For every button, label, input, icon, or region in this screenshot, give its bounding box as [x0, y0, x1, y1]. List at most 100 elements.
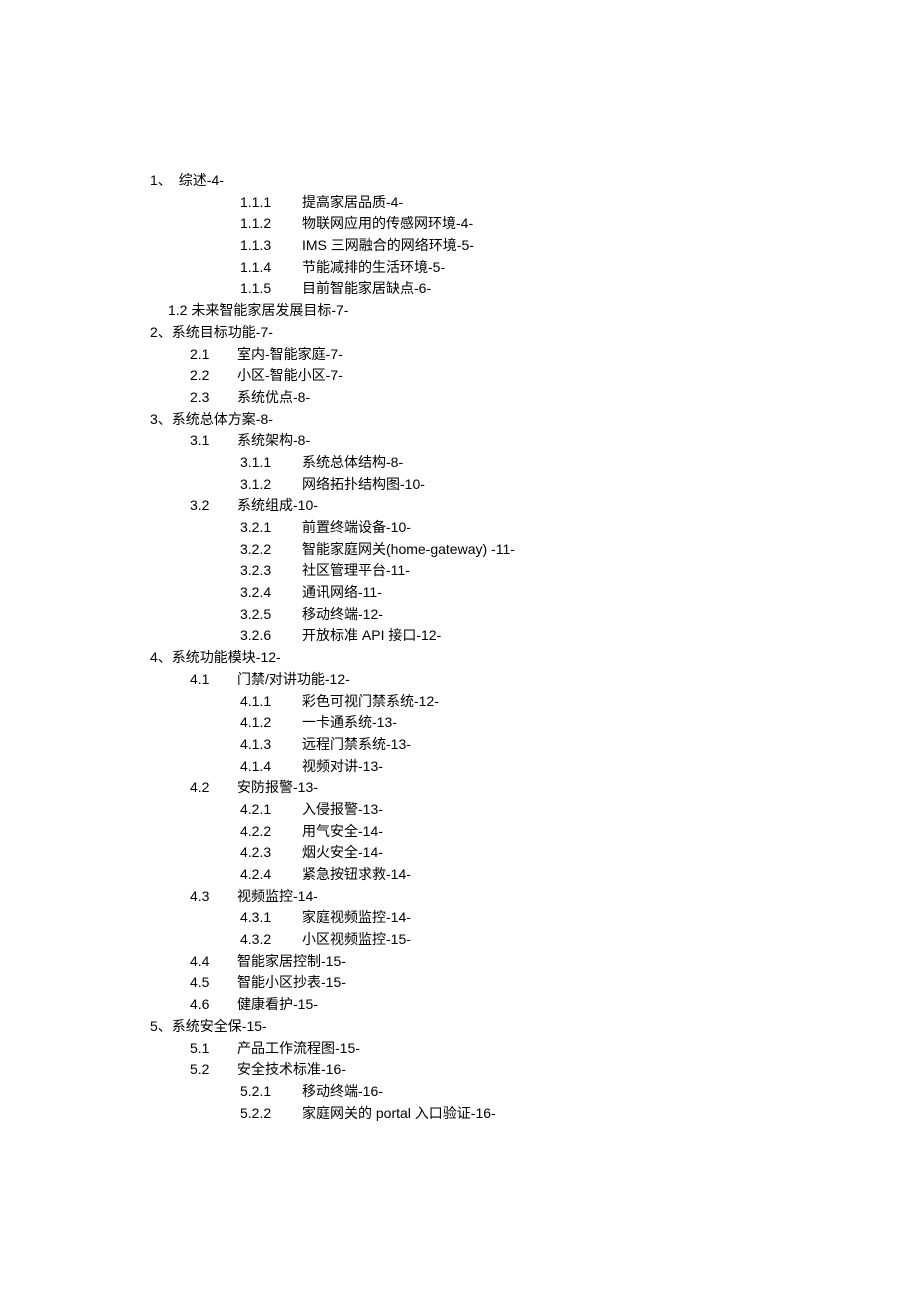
toc-entry-separator [230, 365, 237, 387]
toc-entry-number: 4.2.1 [240, 799, 295, 821]
toc-entry-label: 家庭视频监控-14- [302, 907, 411, 929]
toc-entry-number: 4.2.2 [240, 821, 295, 843]
toc-entry-separator [295, 1081, 302, 1103]
toc-entry-separator [295, 1103, 302, 1125]
toc-entry-number: 3.1.1 [240, 452, 295, 474]
toc-entry: 1、综述-4- [150, 170, 920, 192]
toc-entry-separator [295, 907, 302, 929]
toc-entry-separator [230, 387, 237, 409]
toc-entry-label: 系统优点-8- [237, 387, 310, 409]
toc-entry-separator [230, 972, 237, 994]
toc-entry-label: 门禁/对讲功能-12- [237, 669, 350, 691]
toc-entry-separator [295, 539, 302, 561]
toc-entry: 5.2安全技术标准-16- [150, 1059, 920, 1081]
toc-entry-label: 系统组成-10- [237, 495, 318, 517]
toc-entry-number: 4.3.1 [240, 907, 295, 929]
toc-entry-label: 安全技术标准-16- [237, 1059, 346, 1081]
toc-entry-separator [295, 235, 302, 257]
toc-entry-separator [295, 712, 302, 734]
toc-entry: 4.3.1 家庭视频监控-14- [150, 907, 920, 929]
toc-entry: 3.2.6开放标准 API 接口-12- [150, 625, 920, 647]
toc-entry-number: 2.1 [190, 344, 230, 366]
toc-entry-number: 5.1 [190, 1038, 230, 1060]
toc-entry-label: 2、系统目标功能-7- [150, 322, 273, 344]
toc-entry-label: 前置终端设备-10- [302, 517, 411, 539]
toc-entry-number: 4.3.2 [240, 929, 295, 951]
toc-entry-label: 节能减排的生活环境-5- [302, 257, 445, 279]
toc-entry-number: 4.2.3 [240, 842, 295, 864]
toc-entry-number: 1.1.3 [240, 235, 295, 257]
toc-entry: 1.1.1提高家居品质-4- [150, 192, 920, 214]
toc-entry-label: 产品工作流程图-15- [237, 1038, 360, 1060]
toc-entry-label: 系统架构-8- [237, 430, 310, 452]
toc-entry-number: 4.4 [190, 951, 230, 973]
toc-entry: 5、系统安全保-15- [150, 1016, 920, 1038]
toc-entry-separator [295, 213, 302, 235]
toc-entry-separator [230, 669, 237, 691]
toc-entry-separator [295, 756, 302, 778]
toc-entry: 3.1.1 系统总体结构-8- [150, 452, 920, 474]
toc-entry-separator [295, 474, 302, 496]
toc-entry-separator [295, 582, 302, 604]
toc-entry: 2、系统目标功能-7- [150, 322, 920, 344]
toc-entry: 3.2.2智能家庭网关(home-gateway) -11- [150, 539, 920, 561]
toc-entry-number: 1、 [150, 170, 172, 192]
toc-entry-separator [295, 604, 302, 626]
toc-entry: 3.1.2 网络拓扑结构图-10- [150, 474, 920, 496]
toc-entry-separator [295, 257, 302, 279]
toc-entry-label: 开放标准 API 接口-12- [302, 625, 441, 647]
toc-entry-separator [295, 278, 302, 300]
toc-entry-label: 智能家居控制-15- [237, 951, 346, 973]
toc-entry: 3.2.5移动终端-12- [150, 604, 920, 626]
toc-entry-number: 1.1.2 [240, 213, 295, 235]
toc-entry-number: 1.1.4 [240, 257, 295, 279]
toc-entry-label: 移动终端-16- [302, 1081, 383, 1103]
toc-entry: 4.3 视频监控-14- [150, 886, 920, 908]
toc-entry: 1.1.5目前智能家居缺点-6- [150, 278, 920, 300]
toc-entry: 3.2.3社区管理平台-11- [150, 560, 920, 582]
toc-entry-separator [295, 452, 302, 474]
toc-entry-label: 紧急按钮求救-14- [302, 864, 411, 886]
toc-entry-label: 物联网应用的传感网环境-4- [302, 213, 473, 235]
toc-entry-separator [230, 951, 237, 973]
toc-entry-label: 通讯网络-11- [302, 582, 382, 604]
toc-entry-separator [295, 864, 302, 886]
toc-entry: 4.6健康看护-15- [150, 994, 920, 1016]
toc-entry-label: IMS 三网融合的网络环境-5- [302, 235, 474, 257]
toc-entry: 2.2小区-智能小区-7- [150, 365, 920, 387]
toc-entry: 4.2.1入侵报警-13- [150, 799, 920, 821]
toc-entry: 3.2.4通讯网络-11- [150, 582, 920, 604]
toc-entry-number: 4.6 [190, 994, 230, 1016]
toc-entry: 4.1 门禁/对讲功能-12- [150, 669, 920, 691]
toc-entry-number: 4.3 [190, 886, 230, 908]
toc-entry-label: 5、系统安全保-15- [150, 1016, 267, 1038]
toc-entry: 3.1系统架构-8- [150, 430, 920, 452]
toc-entry-label: 智能小区抄表-15- [237, 972, 346, 994]
toc-entry-number: 3.1.2 [240, 474, 295, 496]
toc-entry-separator [230, 886, 237, 908]
toc-entry-label: 彩色可视门禁系统-12- [302, 691, 439, 713]
toc-entry-separator [230, 1059, 237, 1081]
toc-entry-label: 视频监控-14- [237, 886, 318, 908]
toc-entry-separator [230, 777, 237, 799]
toc-entry: 4.1.2一卡通系统-13- [150, 712, 920, 734]
toc-entry-number: 2.3 [190, 387, 230, 409]
toc-entry-label: 视频对讲-13- [302, 756, 383, 778]
toc-entry-separator [295, 734, 302, 756]
toc-entry-label: 提高家居品质-4- [302, 192, 403, 214]
toc-entry-number: 4.1 [190, 669, 230, 691]
toc-entry-label: 小区视频监控-15- [302, 929, 411, 951]
toc-entry-label: 安防报警-13- [237, 777, 318, 799]
toc-entry-label: 3、系统总体方案-8- [150, 409, 273, 431]
toc-entry: 1.1.3 IMS 三网融合的网络环境-5- [150, 235, 920, 257]
toc-entry-label: 系统总体结构-8- [302, 452, 403, 474]
toc-entry-separator [230, 344, 237, 366]
toc-entry-number: 4.1.3 [240, 734, 295, 756]
toc-entry-label: 社区管理平台-11- [302, 560, 410, 582]
toc-entry-separator [230, 1038, 237, 1060]
toc-entry: 1.1.4 节能减排的生活环境-5- [150, 257, 920, 279]
toc-entry-number: 5.2.1 [240, 1081, 295, 1103]
toc-entry-label: 家庭网关的 portal 入口验证-16- [302, 1103, 496, 1125]
toc-entry-separator [295, 517, 302, 539]
toc-entry-label: 网络拓扑结构图-10- [302, 474, 425, 496]
